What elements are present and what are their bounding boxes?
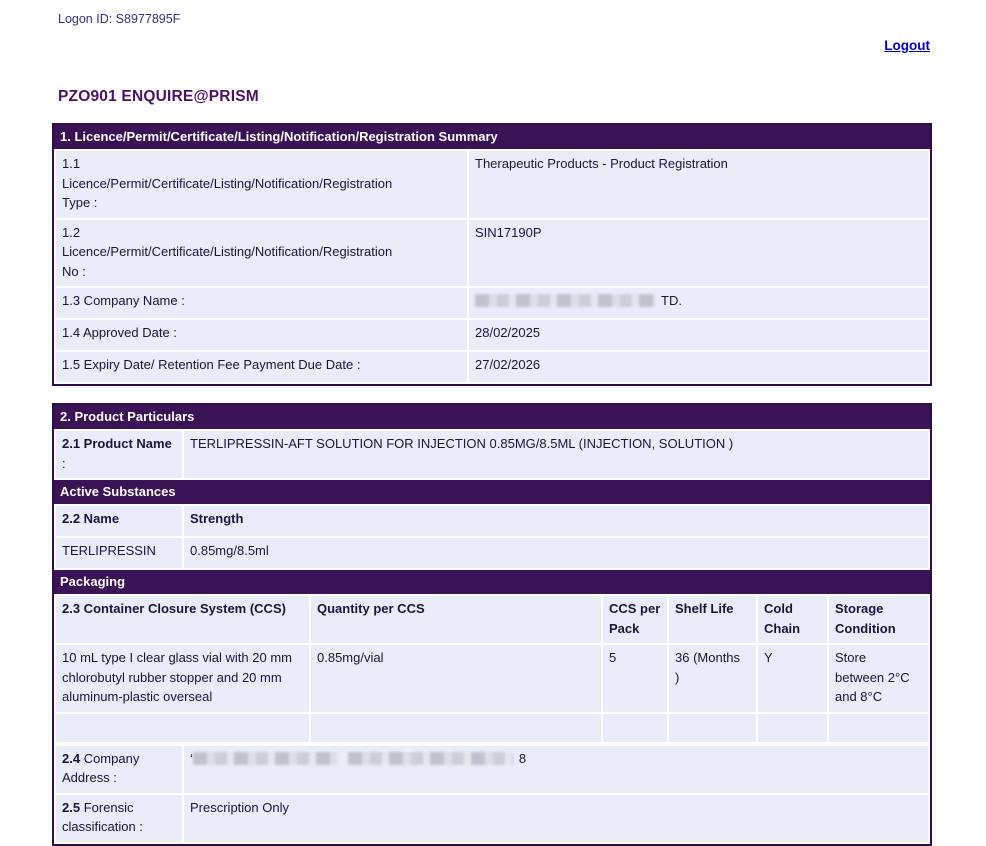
ccs-per-pack-value: 5 — [602, 644, 668, 713]
empty-cell — [828, 713, 929, 743]
expiry-date-label: 1.5 Expiry Date/ Retention Fee Payment D… — [55, 351, 468, 383]
table-row: 2.5 Forensic classification : Prescripti… — [55, 794, 929, 843]
table-row: 10 mL type I clear glass vial with 20 mm… — [55, 644, 929, 713]
empty-cell — [602, 713, 668, 743]
cold-chain-col-header: Cold Chain — [757, 595, 828, 644]
substance-name-col-header: 2.2 Name — [55, 505, 183, 537]
product-particulars-table: 2. Product Particulars 2.1 Product Name … — [52, 403, 932, 846]
product-name-label: 2.1 Product Name : — [55, 430, 183, 479]
packaging-header-bar: Packaging — [54, 570, 930, 594]
substance-strength-value: 0.85mg/8.5ml — [183, 537, 929, 569]
section2-header-bar: 2. Product Particulars — [54, 405, 930, 429]
licence-type-label: 1.1 Licence/Permit/Certificate/Listing/N… — [55, 150, 468, 219]
expiry-date-value: 27/02/2026 — [468, 351, 929, 383]
ccs-per-pack-col-header: CCS per Pack — [602, 595, 668, 644]
quantity-col-header: Quantity per CCS — [310, 595, 602, 644]
empty-cell — [757, 713, 828, 743]
licence-type-value: Therapeutic Products - Product Registrat… — [468, 150, 929, 219]
section1-header-bar: 1. Licence/Permit/Certificate/Listing/No… — [54, 125, 930, 149]
table-row: 1.4 Approved Date : 28/02/2025 — [55, 319, 929, 351]
ccs-col-header: 2.3 Container Closure System (CCS) — [55, 595, 310, 644]
storage-col-header: Storage Condition — [828, 595, 929, 644]
forensic-classification-label: 2.5 Forensic classification : — [55, 794, 183, 843]
empty-cell — [668, 713, 757, 743]
company-name-suffix: TD. — [661, 293, 682, 308]
logon-id-text: Logon ID: S8977895F — [0, 0, 986, 26]
licence-summary-table: 1. Licence/Permit/Certificate/Listing/No… — [52, 123, 932, 386]
approved-date-label: 1.4 Approved Date : — [55, 319, 468, 351]
table-row: 1.5 Expiry Date/ Retention Fee Payment D… — [55, 351, 929, 383]
shelf-life-col-header: Shelf Life — [668, 595, 757, 644]
company-address-label: 2.4 Company Address : — [55, 745, 183, 794]
empty-cell — [55, 713, 310, 743]
cold-chain-value: Y — [757, 644, 828, 713]
table-row: TERLIPRESSIN 0.85mg/8.5ml — [55, 537, 929, 569]
product-name-value: TERLIPRESSIN-AFT SOLUTION FOR INJECTION … — [183, 430, 929, 479]
table-row: 2.1 Product Name : TERLIPRESSIN-AFT SOLU… — [55, 430, 929, 479]
logout-row: Logout — [0, 26, 986, 55]
substance-name-value: TERLIPRESSIN — [55, 537, 183, 569]
company-address-value: ‘8 — [183, 745, 929, 794]
redacted-address-part1 — [193, 752, 338, 765]
approved-date-value: 28/02/2025 — [468, 319, 929, 351]
quantity-value: 0.85mg/vial — [310, 644, 602, 713]
substance-strength-col-header: Strength — [183, 505, 929, 537]
company-name-value: TD. — [468, 287, 929, 319]
logout-link[interactable]: Logout — [884, 38, 930, 53]
licence-no-value: SIN17190P — [468, 219, 929, 288]
redacted-company-name — [475, 294, 655, 307]
table-row: 1.1 Licence/Permit/Certificate/Listing/N… — [55, 150, 929, 219]
table-row: 2.3 Container Closure System (CCS) Quant… — [55, 595, 929, 644]
page-title: PZO901 ENQUIRE@PRISM — [58, 88, 986, 106]
table-row: 2.2 Name Strength — [55, 505, 929, 537]
table-row-empty — [55, 713, 929, 743]
active-substances-header-bar: Active Substances — [54, 480, 930, 504]
forensic-classification-value: Prescription Only — [183, 794, 929, 843]
table-row: 1.2 Licence/Permit/Certificate/Listing/N… — [55, 219, 929, 288]
table-row: 2.4 Company Address : ‘8 — [55, 745, 929, 794]
redacted-address-part2 — [348, 752, 513, 765]
address-suffix: 8 — [519, 751, 526, 766]
shelf-life-value: 36 (Months ) — [668, 644, 757, 713]
empty-cell — [310, 713, 602, 743]
storage-value: Store between 2°C and 8°C — [828, 644, 929, 713]
table-row: 1.3 Company Name : TD. — [55, 287, 929, 319]
ccs-value: 10 mL type I clear glass vial with 20 mm… — [55, 644, 310, 713]
company-name-label: 1.3 Company Name : — [55, 287, 468, 319]
licence-no-label: 1.2 Licence/Permit/Certificate/Listing/N… — [55, 219, 468, 288]
